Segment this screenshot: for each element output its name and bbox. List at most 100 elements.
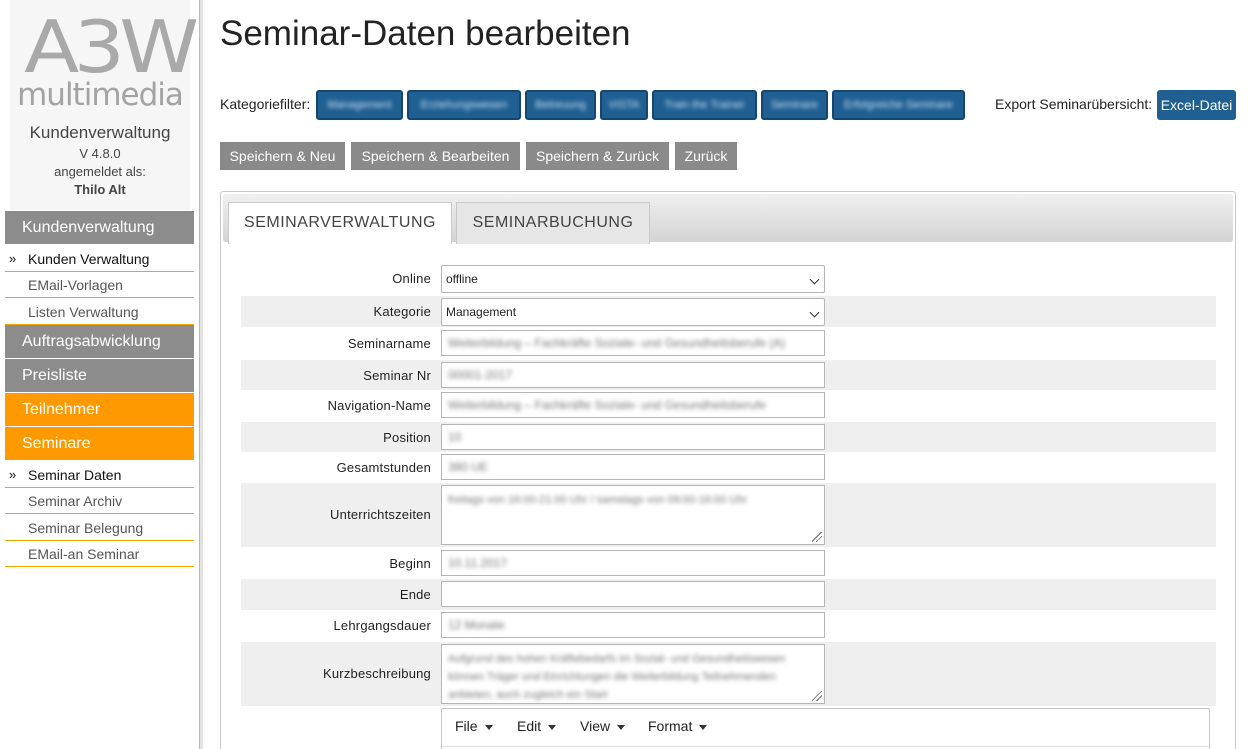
filter-label: Kategoriefilter: [220, 96, 311, 112]
resize-handle-icon[interactable] [812, 532, 822, 542]
input-value: 10 [448, 430, 462, 444]
tab-seminarbuchung[interactable]: SEMINARBUCHUNG [456, 202, 650, 244]
resize-handle-icon[interactable] [812, 691, 822, 701]
app-name: Kundenverwaltung [29, 123, 171, 142]
menu-item-email-vorlagen[interactable]: EMail-Vorlagen [5, 272, 194, 298]
save-edit-button[interactable]: Speichern & Bearbeiten [351, 142, 520, 170]
editor-menu-file[interactable]: File [455, 718, 493, 734]
input-value: 10.11.2017 [448, 556, 508, 570]
navigation-name-input[interactable]: Weiterbildung – Fachkräfte Soziale- und … [441, 392, 825, 418]
seminar-nr-input[interactable]: 00001-2017 [441, 362, 825, 388]
textarea-value: Aufgrund des hohen Kräftebedarfs im Sozi… [448, 653, 786, 701]
filter-button-label: Betreuung [535, 99, 586, 111]
filter-button[interactable]: Betreuung [525, 90, 596, 120]
kurzbeschreibung-textarea[interactable]: Aufgrund des hohen Kräftebedarfs im Sozi… [441, 644, 825, 704]
field-label: Position [383, 430, 431, 445]
input-value: 380 UE [448, 460, 489, 474]
filter-button[interactable]: Train the Trainer [652, 90, 757, 120]
position-input[interactable]: 10 [441, 424, 825, 450]
menu-item-seminar-daten[interactable]: » Seminar Daten [5, 462, 194, 488]
user-name: Thilo Alt [74, 182, 126, 197]
editor-menu-edit[interactable]: Edit [517, 718, 557, 734]
menu-item-seminar-archiv[interactable]: Seminar Archiv [5, 488, 194, 514]
input-value: 12 Monate [448, 618, 505, 632]
save-back-button[interactable]: Speichern & Zurück [526, 142, 669, 170]
menu-item-label: Kunden Verwaltung [28, 251, 150, 267]
menu-item-kunden-verwaltung[interactable]: » Kunden Verwaltung [5, 246, 194, 272]
brand-block: A3W multimedia Kundenverwaltung V 4.8.0 … [10, 0, 199, 210]
app-version: V 4.8.0 [79, 146, 121, 161]
caret-down-icon [617, 724, 626, 730]
back-button[interactable]: Zurück [675, 142, 737, 170]
filter-button-label: Train the Trainer [664, 99, 745, 111]
lehrgangsdauer-input[interactable]: 12 Monate [441, 612, 825, 638]
form-row-position: Position 10 [241, 422, 1216, 452]
editor-menu-label: File [455, 718, 478, 734]
menu-teilnehmer[interactable]: Teilnehmer [5, 393, 194, 426]
input-value: Weiterbildung – Fachkräfte Soziale- und … [448, 398, 766, 412]
menu-item-label: Seminar Daten [28, 467, 122, 483]
editor-menu-label: Edit [517, 718, 542, 734]
textarea-value: freitags von 16:00-21:00 Uhr / samstags … [448, 494, 748, 506]
field-label: Online [392, 271, 431, 286]
menu-item-email-an-seminar[interactable]: EMail-an Seminar [5, 541, 194, 567]
field-label: Beginn [389, 556, 431, 571]
field-label: Gesamtstunden [336, 460, 431, 475]
export-label: Export Seminarübersicht: [995, 96, 1153, 112]
field-label: Ende [399, 587, 431, 602]
menu-item-listen-verwaltung[interactable]: Listen Verwaltung [5, 299, 194, 325]
form-row-lehrgangsdauer: Lehrgangsdauer 12 Monate [241, 611, 1216, 641]
form-row-unterrichtszeiten: Unterrichtszeiten freitags von 16:00-21:… [241, 483, 1216, 547]
filter-button-label: VISTA [608, 99, 640, 111]
ende-input[interactable] [441, 581, 825, 607]
editor-menu-label: Format [648, 718, 693, 734]
active-marker: » [9, 251, 17, 266]
field-label: Kategorie [373, 304, 431, 319]
menu-kundenverwaltung[interactable]: Kundenverwaltung [5, 211, 194, 244]
filter-button[interactable]: Erfolgreiche Seminare [832, 90, 965, 120]
filter-button-label: Management [327, 99, 392, 111]
active-marker: » [9, 467, 17, 482]
unterrichtszeiten-textarea[interactable]: freitags von 16:00-21:00 Uhr / samstags … [441, 485, 825, 545]
menu-seminare[interactable]: Seminare [5, 427, 194, 460]
filter-button-label: Seminare [770, 99, 819, 111]
logo: A3W [24, 5, 199, 89]
input-value: Weiterbildung – Fachkräfte Soziale- und … [448, 336, 786, 350]
editor-menu-format[interactable]: Format [648, 718, 708, 734]
caret-down-icon [699, 724, 708, 730]
gesamtstunden-input[interactable]: 380 UE [441, 454, 825, 480]
form-row-ende: Ende [241, 579, 1216, 610]
field-label: Unterrichtszeiten [330, 507, 431, 522]
select-value: offline [446, 272, 478, 286]
menu-auftragsabwicklung[interactable]: Auftragsabwicklung [5, 325, 194, 358]
sidebar: A3W multimedia Kundenverwaltung V 4.8.0 … [0, 0, 203, 749]
menu-item-seminar-belegung[interactable]: Seminar Belegung [5, 515, 194, 541]
tab-seminarverwaltung[interactable]: SEMINARVERWALTUNG [228, 202, 452, 244]
tab-bar: SEMINARVERWALTUNG SEMINARBUCHUNG [223, 194, 1233, 244]
editor-menu-view[interactable]: View [580, 718, 626, 734]
kategorie-select[interactable]: Management [441, 298, 825, 326]
caret-down-icon [548, 724, 557, 730]
beginn-input[interactable]: 10.11.2017 [441, 550, 825, 576]
form-row-seminarname: Seminarname Weiterbildung – Fachkräfte S… [241, 329, 1216, 358]
editor-menu-label: View [580, 718, 611, 734]
logged-in-label: angemeldet als: [54, 164, 146, 179]
form-row-kurzbeschreibung: Kurzbeschreibung Aufgrund des hohen Kräf… [241, 642, 1216, 706]
online-select[interactable]: offline [441, 265, 825, 293]
form-row-gesamtstunden: Gesamtstunden 380 UE [241, 453, 1216, 482]
filter-button[interactable]: VISTA [600, 90, 648, 120]
filter-button[interactable]: Seminare [761, 90, 828, 120]
filter-button-label: Erfolgreiche Seminare [844, 99, 953, 111]
filter-button[interactable]: Management [316, 90, 403, 120]
main-content: Seminar-Daten bearbeiten Kategoriefilter… [220, 0, 1250, 749]
seminar-panel: SEMINARVERWALTUNG SEMINARBUCHUNG Online … [220, 191, 1236, 749]
form-row-seminar-nr: Seminar Nr 00001-2017 [241, 360, 1216, 390]
excel-export-button[interactable]: Excel-Datei [1157, 90, 1236, 120]
filter-button[interactable]: Erziehungswesen [407, 90, 521, 120]
save-new-button[interactable]: Speichern & Neu [220, 142, 345, 170]
menu-preisliste[interactable]: Preisliste [5, 359, 194, 392]
seminarname-input[interactable]: Weiterbildung – Fachkräfte Soziale- und … [441, 330, 825, 356]
form-row-kategorie: Kategorie Management [241, 296, 1216, 327]
field-label: Lehrgangsdauer [333, 618, 431, 633]
select-value: Management [446, 305, 517, 319]
